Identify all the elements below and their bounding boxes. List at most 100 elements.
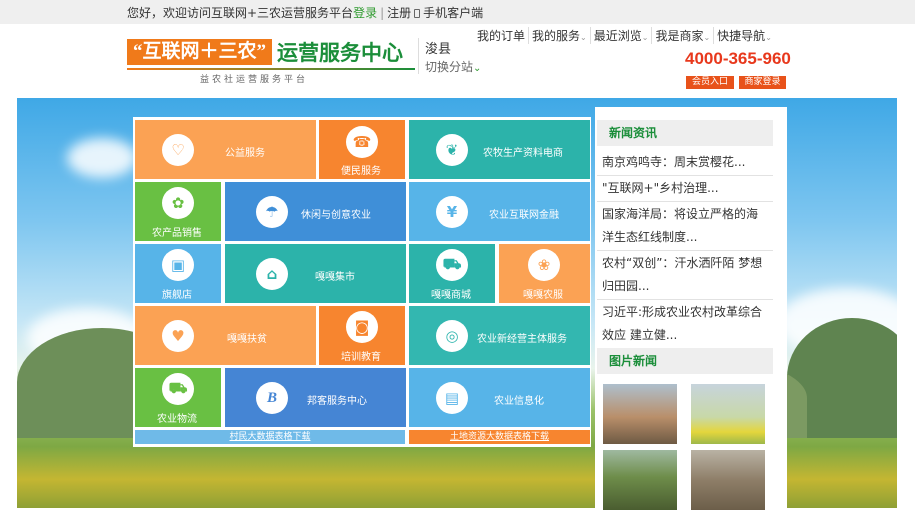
news-item[interactable]: 习近平:形成农业农村改革综合效应 建立健...	[597, 300, 773, 349]
tile-label: 旗舰店	[162, 290, 192, 301]
crop-drone-photo[interactable]	[691, 384, 765, 444]
tile-public-welfare[interactable]: ♡ 公益服务	[135, 120, 316, 179]
tile-gaga-market[interactable]: ⌂ 嘎嘎集市	[225, 244, 406, 303]
shopping-cart-icon: ⛟	[436, 249, 468, 281]
villager-data-download-link[interactable]: 村民大数据表格下载	[135, 430, 405, 444]
site-logo[interactable]: “互联网＋三农” 运营服务中心 益农社运营服务平台	[127, 39, 415, 87]
header-divider	[418, 38, 419, 74]
chevron-down-icon: ⌄	[765, 33, 772, 42]
nav-label: 我的服务	[532, 29, 581, 43]
nav-label: 我的订单	[477, 29, 526, 43]
tile-produce-sales[interactable]: ✿ 农产品销售	[135, 182, 221, 241]
nav-recent-views[interactable]: 最近浏览⌄	[591, 27, 653, 44]
mobile-phone-icon	[414, 9, 421, 18]
nav-my-services[interactable]: 我的服务⌄	[529, 27, 591, 44]
tile-label: 嘎嘎农服	[523, 290, 563, 301]
heart-hands-icon: ♡	[162, 134, 194, 166]
nav-label: 最近浏览	[593, 29, 642, 43]
document-icon: ▤	[436, 382, 468, 414]
nav-label: 我是商家	[655, 29, 704, 43]
chevron-down-icon: ⌄	[580, 33, 587, 42]
nav-label: 快捷导航	[717, 29, 766, 43]
tile-label: 农牧生产资料电商	[483, 148, 563, 159]
plant-hand-icon: ❀	[528, 249, 560, 281]
storefront-icon: ⌂	[256, 258, 288, 290]
tile-gaga-mall[interactable]: ⛟ 嘎嘎商城	[409, 244, 495, 303]
news-item[interactable]: "互联网+"乡村治理...	[597, 176, 773, 202]
b-logo-icon: B	[256, 382, 288, 414]
nav-merchant[interactable]: 我是商家⌄	[652, 27, 715, 44]
login-link[interactable]: 登录	[353, 6, 377, 20]
news-list: 南京鸡鸣寺：周末赏樱花... "互联网+"乡村治理... 国家海洋局：将设立严格…	[597, 150, 773, 349]
register-link[interactable]: 注册	[387, 6, 411, 20]
tile-convenience[interactable]: ☎ 便民服务	[319, 120, 405, 179]
shopping-bag-icon: ▣	[162, 249, 194, 281]
yen-icon: ¥	[436, 196, 468, 228]
tile-label: 农业信息化	[494, 396, 544, 407]
tile-flagship-store[interactable]: ▣ 旗舰店	[135, 244, 221, 303]
tile-label: 嘎嘎扶贫	[227, 334, 267, 345]
switch-city-link[interactable]: 切换分站⌄	[425, 58, 481, 75]
tile-label: 农业新经营主体服务	[477, 334, 567, 345]
tile-label: 休闲与创意农业	[301, 210, 371, 221]
sprout-icon: ❦	[436, 134, 468, 166]
presentation-icon: ◙	[346, 311, 378, 343]
nav-shortcuts[interactable]: 快捷导航⌄	[714, 27, 775, 44]
news-item[interactable]: 南京鸡鸣寺：周末赏樱花...	[597, 150, 773, 176]
tile-new-business-services[interactable]: ◎ 农业新经营主体服务	[409, 306, 590, 365]
tile-label: 培训教育	[341, 352, 381, 363]
mobile-client-link[interactable]: 手机客户端	[423, 6, 483, 20]
hotline-number: 4000-365-960	[685, 49, 791, 68]
tile-leisure-agriculture[interactable]: ☂ 休闲与创意农业	[225, 182, 406, 241]
tile-label: 嘎嘎商城	[431, 290, 471, 301]
tile-label: 农业物流	[157, 414, 197, 425]
logo-underline	[127, 68, 415, 70]
swirl-icon: ◎	[436, 320, 468, 352]
site-header: “互联网＋三农” 运营服务中心 益农社运营服务平台 浚县 切换分站⌄ 我的订单 …	[0, 24, 915, 98]
tile-agri-finance[interactable]: ¥ 农业互联网金融	[409, 182, 590, 241]
switch-city-label: 切换分站	[425, 60, 474, 74]
cloud-shape	[67, 138, 137, 178]
tile-bangke-service-center[interactable]: B 邦客服务中心	[225, 368, 406, 427]
telephone-icon: ☎	[346, 126, 378, 158]
tile-training-education[interactable]: ◙ 培训教育	[319, 306, 405, 365]
news-panel: 新闻资讯 南京鸡鸣寺：周末赏樱花... "互联网+"乡村治理... 国家海洋局：…	[595, 107, 787, 512]
photo-news-title: 图片新闻	[597, 348, 773, 374]
tile-label: 便民服务	[341, 166, 381, 177]
heart-hand-icon: ♥	[162, 320, 194, 352]
welcome-text: 您好，欢迎访问互联网+三农运营服务平台	[127, 6, 354, 20]
wheat-icon: ✿	[162, 187, 194, 219]
top-bar: 您好，欢迎访问互联网+三农运营服务平台登录 | 注册 手机客户端	[0, 0, 915, 24]
top-bar-content: 您好，欢迎访问互联网+三农运营服务平台登录 | 注册 手机客户端	[127, 4, 483, 21]
livestock-pens-photo[interactable]	[691, 450, 765, 510]
news-item[interactable]: 国家海洋局：将设立严格的海洋生态红线制度...	[597, 202, 773, 251]
news-section-title: 新闻资讯	[597, 120, 773, 146]
quick-nav: 我的订单 我的服务⌄ 最近浏览⌄ 我是商家⌄ 快捷导航⌄	[474, 27, 775, 44]
divider: |	[380, 6, 385, 20]
chevron-down-icon: ⌄	[641, 33, 649, 42]
service-tiles-panel: ♡ 公益服务 ☎ 便民服务 ❦ 农牧生产资料电商 ✿ 农产品销售 ☂ 休闲与创意…	[133, 117, 591, 447]
cotton-photo[interactable]	[603, 384, 677, 444]
chevron-down-icon: ⌄	[703, 33, 711, 42]
chevron-down-icon: ⌄	[473, 63, 482, 74]
tile-agri-supplies-ecommerce[interactable]: ❦ 农牧生产资料电商	[409, 120, 590, 179]
tile-poverty-relief[interactable]: ♥ 嘎嘎扶贫	[135, 306, 316, 365]
truck-icon: ⛟	[162, 373, 194, 405]
tile-label: 农业互联网金融	[489, 210, 559, 221]
logo-subtitle: 益农社运营服务平台	[200, 75, 309, 85]
member-entry-button[interactable]: 会员入口	[686, 76, 734, 89]
tile-agri-informatization[interactable]: ▤ 农业信息化	[409, 368, 590, 427]
cattle-field-photo[interactable]	[603, 450, 677, 510]
land-data-download-link[interactable]: 土地资源大数据表格下载	[409, 430, 590, 444]
news-item[interactable]: 农村“双创”：汗水洒阡陌 梦想归田园...	[597, 251, 773, 300]
tile-label: 农产品销售	[152, 228, 202, 239]
merchant-login-button[interactable]: 商家登录	[739, 76, 786, 89]
nav-my-orders[interactable]: 我的订单	[474, 27, 530, 44]
logo-title: 运营服务中心	[277, 42, 404, 65]
logo-main-text: “互联网＋三农”	[127, 39, 273, 65]
tile-label: 公益服务	[225, 148, 265, 159]
tile-gaga-agri-service[interactable]: ❀ 嘎嘎农服	[499, 244, 590, 303]
tile-label: 邦客服务中心	[307, 396, 367, 407]
tile-agri-logistics[interactable]: ⛟ 农业物流	[135, 368, 221, 427]
beach-umbrella-icon: ☂	[256, 196, 288, 228]
